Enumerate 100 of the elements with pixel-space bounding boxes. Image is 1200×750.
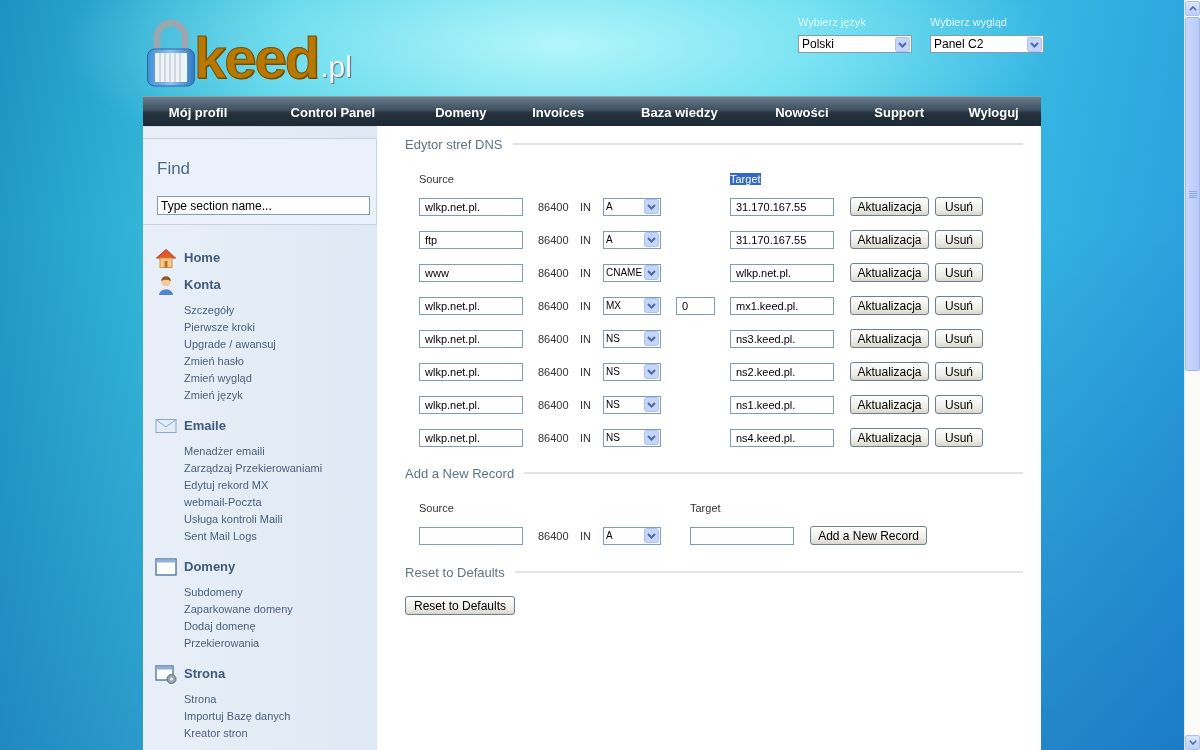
delete-button[interactable]: Usuń: [935, 263, 983, 282]
sidebar-link[interactable]: Kreator stron: [184, 725, 248, 742]
delete-button[interactable]: Usuń: [935, 395, 983, 414]
sidebar-link[interactable]: Dodaj domenę: [184, 618, 256, 635]
chevron-up-icon: [1188, 6, 1197, 11]
target-field[interactable]: ns2.keed.pl.: [730, 362, 834, 381]
record-type-select[interactable]: NS: [603, 362, 661, 381]
source-field[interactable]: wlkp.net.pl.: [419, 395, 523, 414]
update-button[interactable]: Aktualizacja: [850, 329, 929, 348]
theme-select[interactable]: Panel C2: [930, 35, 1044, 53]
target-field[interactable]: ns3.keed.pl.: [730, 329, 834, 348]
record-type-select[interactable]: NS: [603, 428, 661, 447]
add-record-button[interactable]: Add a New Record: [810, 526, 927, 545]
sidebar-link[interactable]: Sent Mail Logs: [184, 528, 257, 545]
sidebar-link[interactable]: Strona: [184, 691, 217, 708]
target-field[interactable]: ns4.keed.pl.: [730, 428, 834, 447]
sidebar-link[interactable]: Zmień hasło: [184, 353, 244, 370]
priority-field[interactable]: 0: [676, 296, 715, 315]
select-label: Wybierz wygląd: [930, 16, 1007, 29]
nav-link[interactable]: Invoices: [532, 104, 585, 120]
record-type-select[interactable]: NS: [603, 329, 661, 348]
scrollbar-thumb[interactable]: [1185, 17, 1200, 371]
sidebar-link[interactable]: webmail-Poczta: [184, 494, 262, 511]
source-field[interactable]: www: [419, 263, 523, 282]
source-field[interactable]: wlkp.net.pl.: [419, 329, 523, 348]
delete-button[interactable]: Usuń: [935, 230, 983, 249]
nav-link[interactable]: Baza wiedzy: [641, 104, 718, 120]
sidebar-section-link[interactable]: Domeny: [184, 559, 236, 574]
update-button[interactable]: Aktualizacja: [850, 296, 929, 315]
nav-link[interactable]: Control Panel: [290, 104, 376, 120]
delete-button[interactable]: Usuń: [935, 197, 983, 216]
ttl-text: 86400: [538, 233, 569, 246]
record-type-select[interactable]: A: [603, 526, 661, 545]
target-field[interactable]: wlkp.net.pl.: [730, 263, 834, 282]
delete-button[interactable]: Usuń: [935, 296, 983, 315]
delete-button[interactable]: Usuń: [935, 329, 983, 348]
ttl-text: 86400: [538, 200, 569, 213]
nav-link[interactable]: Support: [874, 104, 925, 120]
update-button[interactable]: Aktualizacja: [850, 230, 929, 249]
sidebar-link[interactable]: Usługa kontroli Maili: [184, 511, 283, 528]
sidebar-link[interactable]: Subdomeny: [184, 584, 243, 601]
record-type-select[interactable]: NS: [603, 395, 661, 414]
sidebar-link[interactable]: Zaparkowane domeny: [184, 601, 293, 618]
reset-button[interactable]: Reset to Defaults: [405, 596, 515, 615]
sidebar-section-link[interactable]: Emaile: [184, 418, 226, 433]
record-type-select[interactable]: MX: [603, 296, 661, 315]
logo-text: keed: [194, 28, 319, 88]
source-field[interactable]: wlkp.net.pl.: [419, 197, 523, 216]
record-type-select[interactable]: A: [603, 230, 661, 249]
sidebar-link[interactable]: Upgrade / awansuj: [184, 336, 276, 353]
sidebar-link[interactable]: Edytuj rekord MX: [184, 477, 269, 494]
padlock-icon: [145, 18, 197, 88]
new-target-field[interactable]: [690, 526, 794, 545]
sidebar-link[interactable]: Importuj Bazę danych: [184, 708, 291, 725]
class-text: IN: [580, 266, 591, 279]
section-legend: Edytor stref DNS: [405, 136, 503, 152]
source-field[interactable]: wlkp.net.pl.: [419, 296, 523, 315]
new-source-field[interactable]: [419, 526, 523, 545]
source-field[interactable]: ftp: [419, 230, 523, 249]
class-text: IN: [580, 398, 591, 411]
ttl-text: 86400: [538, 299, 569, 312]
record-type-select[interactable]: CNAME: [603, 263, 661, 282]
sidebar-link[interactable]: Zmień język: [184, 387, 243, 404]
ttl-text: 86400: [538, 398, 569, 411]
source-field[interactable]: wlkp.net.pl.: [419, 428, 523, 447]
target-field[interactable]: 31.170.167.55: [730, 230, 834, 249]
sidebar-section-link[interactable]: Strona: [184, 666, 226, 681]
column-label: Source: [419, 172, 454, 185]
target-field[interactable]: 31.170.167.55: [730, 197, 834, 216]
nav-link[interactable]: Mój profil: [168, 104, 228, 120]
update-button[interactable]: Aktualizacja: [850, 263, 929, 282]
sidebar-section-link[interactable]: Konta: [184, 277, 221, 292]
scroll-down-button[interactable]: [1185, 735, 1200, 750]
select-label: Wybierz język: [798, 16, 866, 29]
delete-button[interactable]: Usuń: [935, 362, 983, 381]
section-search-field[interactable]: Type section name...: [157, 196, 370, 215]
find-title: Find: [157, 159, 191, 179]
update-button[interactable]: Aktualizacja: [850, 428, 929, 447]
update-button[interactable]: Aktualizacja: [850, 197, 929, 216]
sidebar-section-link[interactable]: Home: [184, 250, 221, 265]
update-button[interactable]: Aktualizacja: [850, 395, 929, 414]
delete-button[interactable]: Usuń: [935, 428, 983, 447]
nav-link[interactable]: Wyloguj: [968, 104, 1019, 120]
source-field[interactable]: wlkp.net.pl.: [419, 362, 523, 381]
sidebar-link[interactable]: Przekierowania: [184, 635, 260, 652]
window-icon: [155, 556, 177, 577]
sidebar-link[interactable]: Menadżer emaili: [184, 443, 265, 460]
target-field[interactable]: ns1.keed.pl.: [730, 395, 834, 414]
language-select[interactable]: Polski: [798, 35, 912, 53]
nav-link[interactable]: Domeny: [435, 104, 487, 120]
sidebar-link[interactable]: Szczegóły: [184, 302, 235, 319]
nav-link[interactable]: Nowości: [775, 104, 829, 120]
record-type-select[interactable]: A: [603, 197, 661, 216]
sidebar-link[interactable]: Zarządzaj Przekierowaniami: [184, 460, 323, 477]
target-field[interactable]: mx1.keed.pl.: [730, 296, 834, 315]
class-text: IN: [580, 332, 591, 345]
update-button[interactable]: Aktualizacja: [850, 362, 929, 381]
sidebar-link[interactable]: Pierwsze kroki: [184, 319, 255, 336]
sidebar-link[interactable]: Zmień wygląd: [184, 370, 252, 387]
scroll-up-button[interactable]: [1185, 1, 1200, 16]
